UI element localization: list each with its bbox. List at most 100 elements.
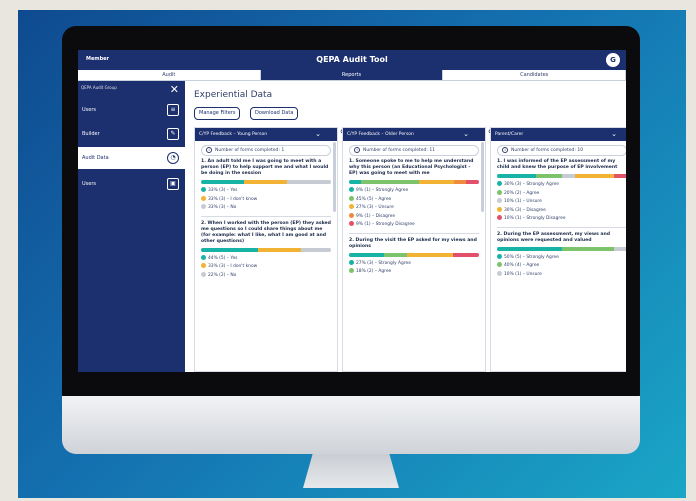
question-text: 1. Someone spoke to me to help me unders…: [349, 159, 474, 176]
user-icon: ▣: [167, 178, 179, 190]
sidebar-item-users[interactable]: Users ≡: [78, 99, 185, 121]
bar-segment: [301, 247, 331, 252]
legend-item: 27% (3) – Unsure: [349, 204, 479, 212]
response-bar: [349, 252, 479, 257]
legend-label: 20% (2) – Agree: [504, 190, 540, 196]
report-card: C/YP Feedback – Young Person ⌄ i Number of …: [194, 127, 338, 372]
legend-label: 22% (2) – No: [208, 272, 237, 278]
tab-bar: Audit Reports Candidates: [78, 70, 626, 81]
legend-label: 30% (3) – Strongly Agree: [504, 182, 559, 187]
sidebar-item-builder[interactable]: Builder ✎: [78, 123, 185, 145]
form-count: i Number of forms completed: 10: [497, 145, 626, 156]
legend-dot: [497, 262, 502, 267]
app-screen: Member QEPA Audit Tool G Audit Reports C…: [78, 50, 626, 372]
form-count: i Number of forms completed: 1: [201, 145, 331, 156]
question-text: 2. When I worked with the person (EP) th…: [201, 220, 331, 244]
sidebar: QEPA Audit Group ✕ Users ≡ Builder ✎ Aud…: [78, 81, 185, 372]
tab-reports[interactable]: Reports: [260, 70, 444, 80]
avatar[interactable]: G: [606, 53, 620, 67]
legend-item: 50% (5) – Strongly Agree: [497, 253, 626, 262]
question-text: 1. I was informed of the EP assessment o…: [497, 159, 618, 170]
bar-segment: [360, 180, 420, 184]
main-content: Experiential Data Manage Filters Downloa…: [192, 81, 626, 372]
form-count: i Number of forms completed: 11: [349, 145, 479, 156]
legend-dot: [201, 195, 206, 201]
sidebar-item-label: Users: [82, 181, 97, 187]
scrollbar[interactable]: [333, 142, 336, 212]
response-bar: [497, 174, 626, 178]
card-header[interactable]: Parent/Carer ⌄: [491, 128, 626, 141]
legend-dot: [497, 215, 502, 220]
chart-icon: ◔: [167, 152, 179, 164]
legend-dot: [349, 204, 354, 209]
chevron-down-icon[interactable]: ⌄: [315, 128, 321, 141]
card-title: C/YP Feedback – Older Person: [347, 132, 414, 137]
card-title: Parent/Carer: [495, 132, 524, 137]
legend-item: 27% (3) – Strongly Agree: [349, 259, 479, 268]
scrollbar[interactable]: [481, 142, 484, 212]
tab-candidates[interactable]: Candidates: [443, 70, 626, 80]
legend-dot: [497, 270, 502, 276]
monitor-chin: [62, 396, 640, 454]
bar-segment: [614, 174, 626, 178]
legend-label: 9% (1) – Strongly Disagree: [356, 222, 415, 227]
bar-segment: [452, 252, 479, 257]
card-header[interactable]: C/YP Feedback – Older Person ⌄: [343, 128, 485, 141]
legend-dot: [497, 189, 502, 195]
legend-label: 10% (1) – Unsure: [504, 199, 542, 204]
question-text: 2. During the visit the EP asked for my …: [349, 237, 477, 249]
bar-segment: [562, 174, 575, 178]
legend-label: 9% (1) – Strongly Agree: [356, 188, 409, 193]
card-title: C/YP Feedback – Young Person: [199, 132, 268, 137]
legend-label: 27% (3) – Strongly Agree: [356, 260, 411, 266]
legend-item: 10% (1) – Unsure: [497, 270, 626, 279]
legend-dot: [201, 204, 206, 209]
legend-item: 30% (3) – Disagree: [497, 206, 626, 215]
legend-dot: [201, 263, 206, 268]
page-title: Experiential Data: [194, 90, 273, 100]
chevron-down-icon[interactable]: ⌄: [611, 128, 617, 141]
legend-label: 44% (5) – Yes: [208, 255, 238, 261]
legend-label: 10% (1) – Strongly Disagree: [504, 216, 566, 221]
legend-item: 30% (3) – Strongly Agree: [497, 181, 626, 189]
legend-item: 22% (2) – No: [201, 271, 331, 280]
form-count-label: Number of forms completed: 11: [363, 148, 436, 153]
legend-label: 45% (5) – Agree: [356, 196, 392, 202]
tab-audit[interactable]: Audit: [78, 70, 261, 80]
legend-item: 9% (1) – Strongly Disagree: [349, 221, 479, 229]
divider: [497, 226, 626, 228]
legend-dot: [497, 253, 502, 259]
info-icon: i: [206, 146, 212, 153]
sidebar-item-users-2[interactable]: Users ▣: [78, 173, 185, 195]
download-data-button[interactable]: Download Data: [250, 107, 299, 120]
legend-item: 9% (1) – Strongly Agree: [349, 187, 479, 195]
form-count-label: Number of forms completed: 10: [511, 148, 584, 153]
bar-segment: [454, 180, 466, 184]
bar-segment: [258, 247, 302, 252]
legend-label: 18% (2) – Agree: [356, 269, 392, 274]
legend-label: 9% (1) – Disagree: [356, 213, 396, 219]
info-icon: i: [502, 146, 508, 153]
legend-dot: [201, 271, 206, 277]
list-icon: ≡: [167, 104, 179, 116]
legend-dot: [349, 195, 354, 201]
report-card: Parent/Carer ⌄ i Number of forms completed:…: [490, 127, 626, 372]
legend-item: 33% (3) – I don't know: [201, 263, 331, 271]
card-header[interactable]: C/YP Feedback – Young Person ⌄: [195, 128, 337, 141]
legend-item: 33% (3) – I don't know: [201, 195, 331, 204]
bar-segment: [536, 174, 562, 178]
chevron-down-icon[interactable]: ⌄: [463, 128, 469, 141]
form-count-label: Number of forms completed: 1: [215, 148, 285, 153]
sidebar-item-audit-data[interactable]: Audit Data ◔: [78, 147, 185, 169]
response-bar: [201, 180, 331, 184]
question-text: 1. An adult told me I was going to meet …: [201, 159, 329, 176]
legend-item: 45% (5) – Agree: [349, 195, 479, 204]
manage-filters-button[interactable]: Manage Filters: [194, 107, 241, 120]
legend-label: 33% (3) – No: [208, 205, 237, 210]
legend-label: 10% (1) – Unsure: [504, 271, 542, 277]
close-icon[interactable]: ✕: [170, 83, 179, 96]
bar-segment: [201, 180, 244, 184]
legend-item: 10% (1) – Unsure: [497, 198, 626, 206]
response-bar: [349, 180, 479, 184]
bar-segment: [349, 180, 361, 184]
